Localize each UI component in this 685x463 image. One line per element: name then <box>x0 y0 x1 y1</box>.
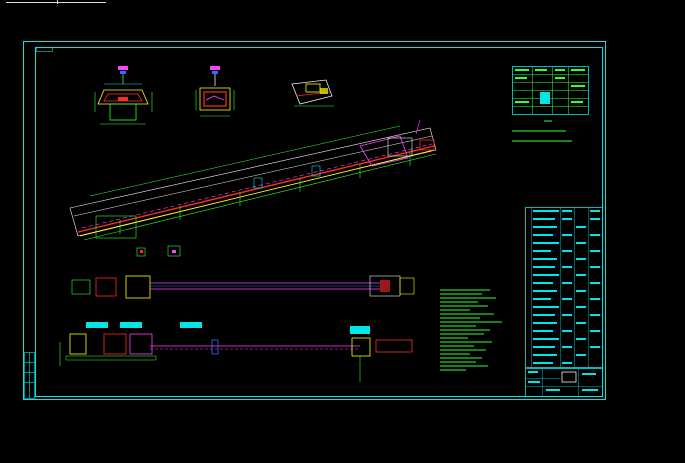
conveyor-elevation <box>69 119 437 241</box>
bill-of-materials <box>525 207 603 368</box>
cad-viewport[interactable] <box>0 0 685 463</box>
sheet-header-box <box>36 47 53 52</box>
section-detail-right <box>291 79 334 107</box>
technical-notes <box>440 289 502 371</box>
section-detail-left <box>94 66 153 125</box>
conveyor-plan-view <box>71 275 415 299</box>
specification-table <box>512 66 589 142</box>
drive-unit-elevation <box>59 322 413 382</box>
title-block <box>525 368 603 397</box>
drawing-canvas[interactable] <box>0 0 685 463</box>
binding-strip <box>24 352 35 399</box>
section-detail-center <box>195 66 235 117</box>
detail-callouts <box>136 245 181 257</box>
